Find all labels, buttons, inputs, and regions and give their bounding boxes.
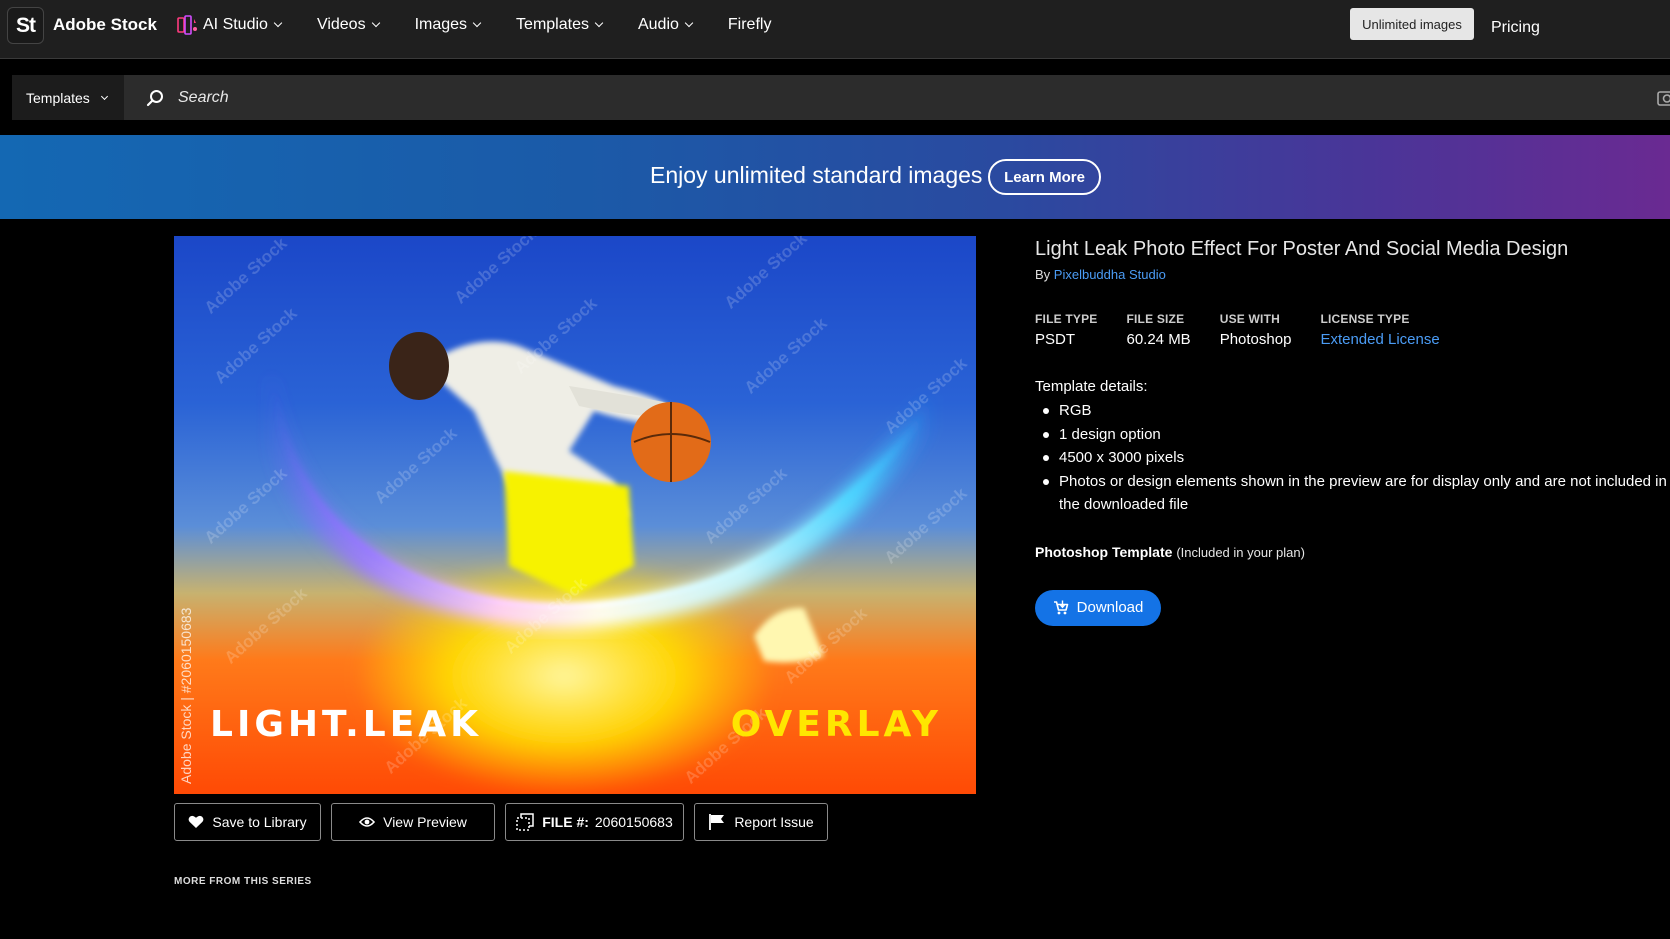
file-number: 2060150683 bbox=[594, 814, 673, 830]
search-scope-label: Templates bbox=[26, 89, 90, 106]
pricing-link[interactable]: Pricing bbox=[1491, 19, 1540, 37]
view-preview-label: View Preview bbox=[383, 814, 467, 830]
meta-label: FILE TYPE bbox=[1035, 312, 1098, 326]
meta-label: USE WITH bbox=[1219, 312, 1280, 326]
asset-title: Light Leak Photo Effect For Poster And S… bbox=[1035, 238, 1569, 260]
nav-firefly-label: Firefly bbox=[727, 16, 772, 33]
nav-ai-studio-label: AI Studio bbox=[203, 16, 268, 33]
meta-label: LICENSE TYPE bbox=[1320, 312, 1410, 326]
heart-icon bbox=[189, 815, 204, 828]
save-to-library-label: Save to Library bbox=[212, 814, 307, 830]
chevron-down-icon bbox=[371, 18, 380, 28]
plan-note: (Included in your plan) bbox=[1176, 544, 1305, 560]
plan-template-type: Photoshop Template bbox=[1035, 543, 1173, 560]
asset-meta: FILE TYPE PSDT FILE SIZE 60.24 MB USE WI… bbox=[1035, 312, 1670, 348]
chevron-down-icon bbox=[100, 92, 108, 100]
by-prefix: By bbox=[1035, 267, 1051, 282]
asset-details: Light Leak Photo Effect For Poster And S… bbox=[1035, 238, 1670, 626]
flag-icon bbox=[709, 814, 725, 830]
nav-videos[interactable]: Videos bbox=[316, 16, 380, 34]
nav-audio[interactable]: Audio bbox=[637, 16, 694, 34]
nav-templates-label: Templates bbox=[516, 16, 589, 33]
meta-value: Photoshop bbox=[1219, 331, 1292, 348]
file-label: FILE #: bbox=[542, 814, 589, 830]
chevron-down-icon bbox=[273, 18, 283, 28]
template-preview-image[interactable]: Adobe Stock Adobe Stock Adobe Stock Adob… bbox=[174, 236, 976, 794]
author-link[interactable]: Pixelbuddha Studio bbox=[1054, 267, 1166, 282]
list-item: 1 design option bbox=[1043, 423, 1670, 447]
list-item: Photos or design elements shown in the p… bbox=[1043, 470, 1670, 517]
list-item: RGB bbox=[1043, 399, 1670, 423]
adobe-stock-logo[interactable]: St bbox=[7, 7, 44, 44]
search-field bbox=[124, 75, 1670, 120]
nav-ai-studio[interactable]: AI Studio bbox=[177, 15, 283, 35]
chevron-down-icon bbox=[684, 18, 694, 28]
promo-banner: Enjoy unlimited standard images Learn Mo… bbox=[0, 135, 1670, 219]
report-issue-label: Report Issue bbox=[734, 814, 814, 830]
cart-download-icon bbox=[1053, 600, 1068, 614]
search-scope-dropdown[interactable]: Templates bbox=[12, 75, 124, 120]
preview-title-right: OVERLAY bbox=[730, 704, 942, 745]
meta-use-with: USE WITH Photoshop bbox=[1220, 312, 1292, 348]
eye-icon bbox=[359, 817, 376, 827]
meta-file-size: FILE SIZE 60.24 MB bbox=[1126, 312, 1190, 348]
ai-studio-icon bbox=[177, 15, 197, 35]
search-input[interactable] bbox=[178, 88, 1478, 107]
brand-name[interactable]: Adobe Stock bbox=[53, 15, 157, 35]
copy-icon bbox=[516, 813, 534, 831]
chevron-down-icon bbox=[594, 18, 604, 28]
learn-more-button[interactable]: Learn More bbox=[988, 159, 1101, 195]
meta-value: PSDT bbox=[1035, 331, 1076, 348]
template-details-list: RGB 1 design option 4500 x 3000 pixels P… bbox=[1035, 399, 1670, 517]
report-issue-button[interactable]: Report Issue bbox=[694, 803, 828, 841]
license-type-link[interactable]: Extended License bbox=[1320, 331, 1439, 348]
unlimited-images-button[interactable]: Unlimited images bbox=[1350, 8, 1474, 40]
search-icon bbox=[146, 89, 163, 106]
meta-file-type: FILE TYPE PSDT bbox=[1035, 312, 1097, 348]
main-menu: AI Studio Videos Images Templates Audio … bbox=[177, 15, 807, 35]
save-to-library-button[interactable]: Save to Library bbox=[174, 803, 321, 841]
preview-title-left: LIGHT.LEAK bbox=[210, 704, 483, 745]
more-from-series-heading: MORE FROM THIS SERIES bbox=[174, 876, 312, 887]
top-navigation: St Adobe Stock AI Studio Videos Images T… bbox=[0, 0, 1670, 59]
nav-images[interactable]: Images bbox=[414, 16, 482, 34]
nav-firefly[interactable]: Firefly bbox=[728, 16, 772, 34]
banner-text: Enjoy unlimited standard images bbox=[650, 162, 983, 188]
visual-search-camera-icon[interactable] bbox=[1656, 88, 1670, 106]
meta-label: FILE SIZE bbox=[1126, 312, 1185, 326]
file-number-button[interactable]: FILE #: 2060150683 bbox=[505, 803, 684, 841]
view-preview-button[interactable]: View Preview bbox=[331, 803, 495, 841]
chevron-down-icon bbox=[472, 18, 482, 28]
vertical-watermark: Adobe Stock | #2060150683 bbox=[178, 607, 194, 784]
nav-audio-label: Audio bbox=[637, 16, 679, 33]
nav-videos-label: Videos bbox=[316, 16, 366, 33]
download-label: Download bbox=[1076, 599, 1144, 616]
plan-info: Photoshop Template (Included in your pla… bbox=[1035, 544, 1670, 560]
asset-actions: Save to Library View Preview FILE #: 206… bbox=[174, 803, 838, 841]
download-button[interactable]: Download bbox=[1035, 589, 1161, 626]
list-item: 4500 x 3000 pixels bbox=[1043, 446, 1670, 470]
template-details-heading: Template details: bbox=[1035, 378, 1148, 395]
asset-author-line: By Pixelbuddha Studio bbox=[1035, 267, 1670, 282]
nav-images-label: Images bbox=[414, 16, 468, 33]
search-bar: Templates bbox=[12, 75, 1670, 120]
meta-value: 60.24 MB bbox=[1126, 331, 1191, 348]
nav-templates[interactable]: Templates bbox=[516, 16, 604, 34]
meta-license-type: LICENSE TYPE Extended License bbox=[1320, 312, 1439, 348]
